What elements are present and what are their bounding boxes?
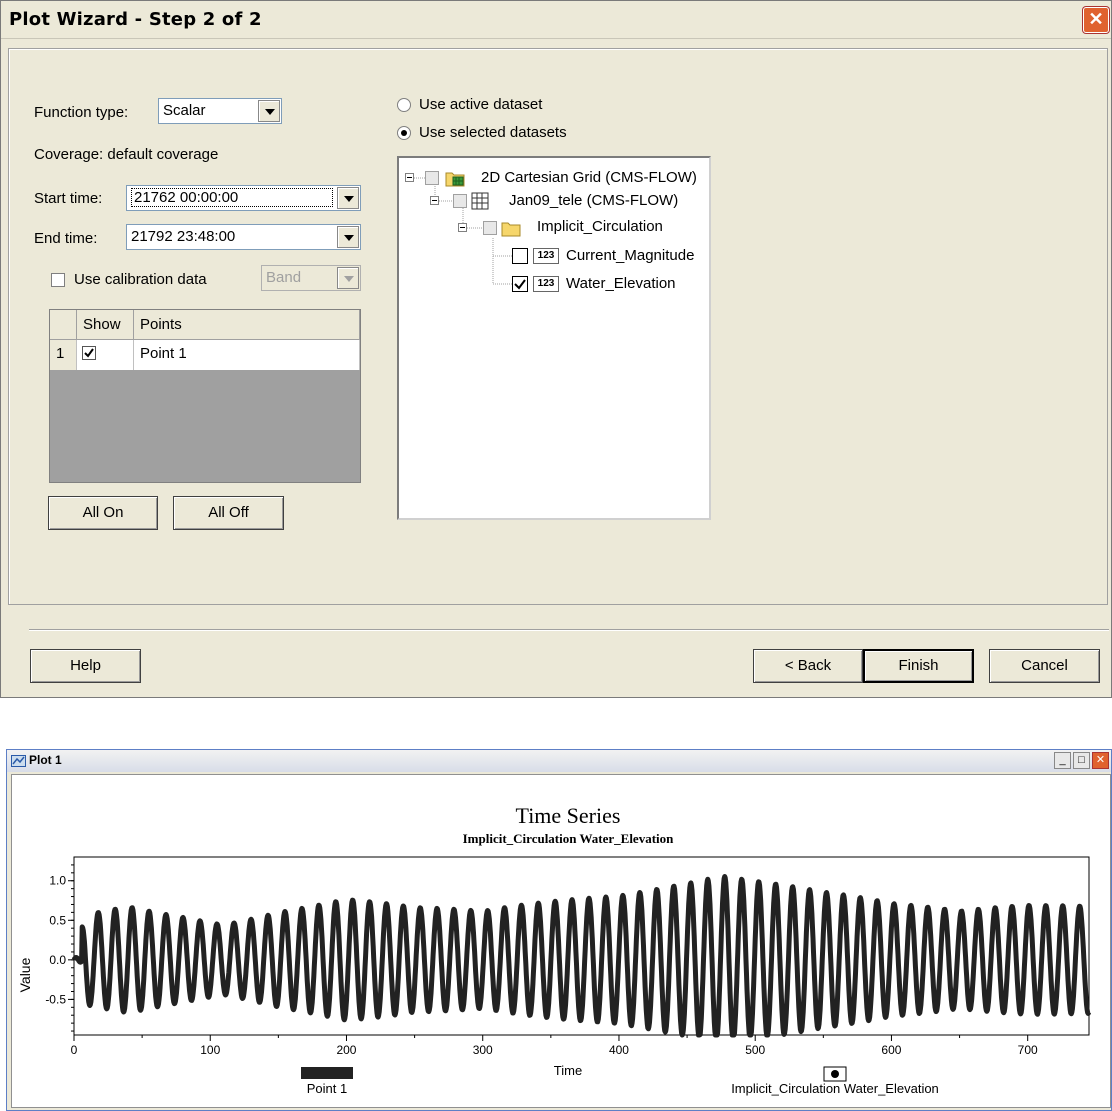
calibration-mode-value: Band: [266, 269, 302, 286]
dialog-title: Plot Wizard - Step 2 of 2: [9, 9, 262, 30]
end-time-label: End time:: [34, 230, 98, 247]
x-axis-label: Time: [554, 1063, 582, 1078]
plot-app-icon: [11, 755, 26, 767]
chevron-down-icon[interactable]: [337, 187, 359, 209]
table-row-show[interactable]: [77, 340, 134, 370]
dialog-titlebar: Plot Wizard - Step 2 of 2 ✕: [1, 1, 1111, 39]
collapse-icon[interactable]: [405, 173, 414, 182]
tree-node-current-magnitude[interactable]: Current_Magnitude: [566, 245, 694, 267]
checkbox-checked-icon[interactable]: [82, 346, 96, 360]
chevron-down-icon: [337, 267, 359, 289]
finish-button[interactable]: Finish: [863, 649, 974, 683]
close-icon[interactable]: ✕: [1083, 7, 1109, 33]
cancel-button[interactable]: Cancel: [989, 649, 1100, 683]
grayed-checkbox[interactable]: [483, 221, 497, 235]
scalar-dataset-icon: 123: [533, 248, 559, 264]
back-button[interactable]: < Back: [753, 649, 863, 683]
collapse-icon[interactable]: [458, 223, 467, 232]
points-table: Show Points 1 Point 1: [49, 309, 361, 483]
start-time-label: Start time:: [34, 190, 103, 207]
time-series-chart: Time Series Implicit_Circulation Water_E…: [17, 803, 1092, 1096]
grayed-checkbox[interactable]: [425, 171, 439, 185]
plot-window: Plot 1 _ □ ✕ Time Series Implicit_Circul…: [6, 749, 1112, 1111]
close-icon[interactable]: ✕: [1092, 752, 1109, 769]
tree-node-grid[interactable]: 2D Cartesian Grid (CMS-FLOW): [481, 167, 697, 189]
tree-node-mesh[interactable]: Jan09_tele (CMS-FLOW): [509, 190, 678, 212]
minimize-icon[interactable]: _: [1054, 752, 1071, 769]
chevron-down-icon[interactable]: [337, 226, 359, 248]
coverage-label: Coverage: default coverage: [34, 146, 219, 163]
mesh-grid-icon: [471, 192, 489, 210]
y-tick-label: 0.0: [49, 953, 66, 967]
use-selected-datasets-radio[interactable]: [397, 126, 411, 140]
y-tick-label: 0.5: [49, 913, 66, 927]
legend-label-point-1: Point 1: [307, 1081, 347, 1096]
y-tick-label: 1.0: [49, 874, 66, 888]
use-calibration-checkbox[interactable]: [51, 273, 65, 287]
use-selected-datasets-label: Use selected datasets: [419, 124, 567, 141]
x-tick-label: 400: [609, 1043, 629, 1057]
grayed-checkbox[interactable]: [453, 194, 467, 208]
grid-folder-icon: [445, 172, 465, 187]
plot-wizard-dialog: Plot Wizard - Step 2 of 2 ✕ Function typ…: [0, 0, 1112, 698]
use-calibration-label: Use calibration data: [74, 271, 207, 288]
all-on-button[interactable]: All On: [48, 496, 158, 530]
legend-label-water-elevation: Implicit_Circulation Water_Elevation: [731, 1081, 939, 1096]
dataset-checkbox-current-magnitude[interactable]: [512, 248, 528, 264]
x-tick-label: 200: [336, 1043, 356, 1057]
start-time-value: 21762 00:00:00: [131, 188, 333, 207]
table-corner-header: [50, 310, 77, 340]
maximize-icon[interactable]: □: [1073, 752, 1090, 769]
x-tick-label: 600: [881, 1043, 901, 1057]
function-type-value: Scalar: [163, 102, 206, 119]
scalar-dataset-icon: 123: [533, 276, 559, 292]
table-row-index: 1: [50, 340, 77, 370]
x-tick-label: 100: [200, 1043, 220, 1057]
function-type-select[interactable]: Scalar: [158, 98, 282, 124]
tree-node-water-elevation[interactable]: Water_Elevation: [566, 273, 676, 295]
collapse-icon[interactable]: [430, 196, 439, 205]
series-line-point-1: [71, 874, 1092, 1038]
x-tick-label: 700: [1018, 1043, 1038, 1057]
tree-connectors: [410, 177, 512, 285]
use-active-dataset-radio[interactable]: [397, 98, 411, 112]
plot-window-title: Plot 1: [29, 753, 62, 767]
chart-title: Time Series: [516, 803, 621, 828]
plot-canvas[interactable]: Time Series Implicit_Circulation Water_E…: [11, 774, 1111, 1108]
dataset-tree[interactable]: 2D Cartesian Grid (CMS-FLOW) Jan09_tele …: [397, 156, 711, 520]
help-button[interactable]: Help: [30, 649, 141, 683]
start-time-select[interactable]: 21762 00:00:00: [126, 185, 361, 211]
column-header-show[interactable]: Show: [77, 310, 134, 340]
end-time-select[interactable]: 21792 23:48:00: [126, 224, 361, 250]
plot-titlebar: Plot 1 _ □ ✕: [7, 750, 1111, 772]
tree-node-folder[interactable]: Implicit_Circulation: [537, 216, 663, 238]
x-tick-label: 500: [745, 1043, 765, 1057]
function-type-label: Function type:: [34, 104, 129, 121]
use-active-dataset-label: Use active dataset: [419, 96, 543, 113]
calibration-mode-select[interactable]: Band: [261, 265, 361, 291]
legend-marker-water-elevation: [831, 1070, 839, 1078]
footer-separator: [29, 629, 1109, 631]
folder-icon: [501, 222, 521, 237]
x-tick-label: 0: [71, 1043, 78, 1057]
chart-subtitle: Implicit_Circulation Water_Elevation: [463, 831, 675, 846]
y-tick-label: -0.5: [45, 992, 66, 1006]
all-off-button[interactable]: All Off: [173, 496, 284, 530]
x-tick-label: 300: [473, 1043, 493, 1057]
table-row-point-name[interactable]: Point 1: [134, 340, 360, 370]
checkbox-checked-icon[interactable]: [512, 276, 528, 292]
column-header-points[interactable]: Points: [134, 310, 360, 340]
legend-swatch-point-1: [301, 1067, 353, 1079]
chevron-down-icon[interactable]: [258, 100, 280, 122]
end-time-value: 21792 23:48:00: [131, 228, 236, 245]
y-axis-label: Value: [17, 957, 33, 992]
